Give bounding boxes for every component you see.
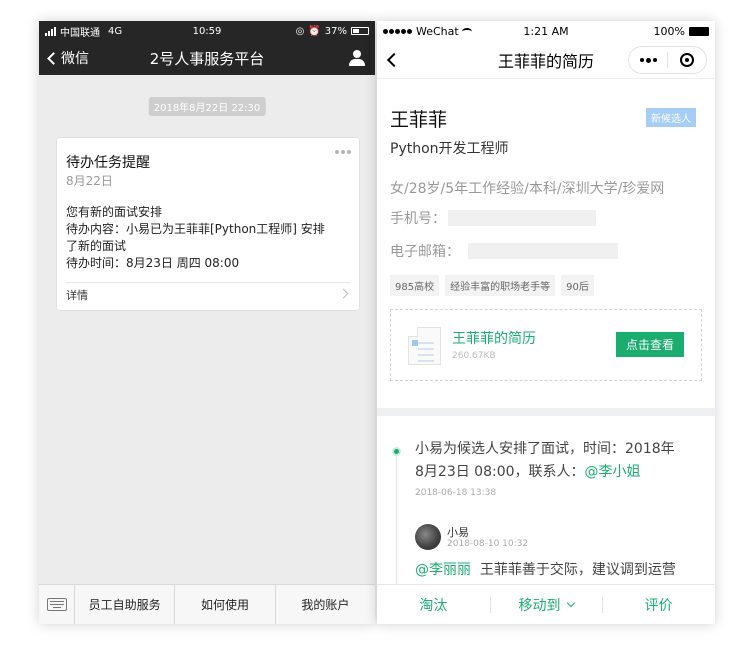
status-bar: 中国联通 4G 10:59 ◎ ⏰ 37% [39,21,375,41]
comment-author: 小易 [447,526,469,539]
keyboard-toggle[interactable] [39,585,75,624]
avatar [415,524,441,550]
job-title: Python开发工程师 [390,141,509,157]
comment-mention[interactable]: @李丽丽 [415,562,471,578]
chevron-right-icon [338,288,349,299]
battery-icon [351,27,369,35]
email-masked-value [468,243,618,259]
menu-how-to-use[interactable]: 如何使用 [175,585,276,624]
comment-timestamp: 2018-08-10 10:32 [447,539,529,549]
card-body: 您有新的面试安排 待办内容：小易已为王菲菲[Python工程师] 安排 了新的面… [66,204,351,272]
file-name: 王菲菲的简历 [452,331,536,347]
tag: 90后 [561,275,594,296]
timeline-event: 小易为候选人安排了面试，时间：2018年 8月23日 08:00，联系人：@李小… [415,438,705,484]
card-line: 了新的面试 [66,239,127,253]
candidate-info: 女/28岁/5年工作经验/本科/深圳大学/珍爱网 [390,181,665,197]
contact-mention[interactable]: @李小姐 [585,464,641,480]
tag: 经验丰富的职场老手等 [445,275,556,296]
action-bar: 淘汰 移动到 评价 [377,584,715,624]
mini-program-capsule [628,46,707,74]
canvas: 中国联通 4G 10:59 ◎ ⏰ 37% 微信 2号人事服务平台 2018年8… [0,0,746,654]
email-label: 电子邮箱： [390,244,460,260]
chat-area[interactable]: 2018年8月22日 22:30 待办任务提醒 8月22日 您有新的面试安排 待… [39,75,375,584]
back-label: 微信 [61,51,89,67]
reject-button[interactable]: 淘汰 [377,595,490,615]
menu-my-account[interactable]: 我的账户 [276,585,375,624]
status-time: 1:21 AM [523,24,569,38]
tag-list: 985高校 经验丰富的职场老手等 90后 [390,275,594,296]
nav-bar: 王菲菲的简历 [377,41,715,79]
chevron-down-icon [566,598,575,607]
page-title: 2号人事服务平台 [149,49,265,68]
section-divider [377,408,715,416]
message-timestamp: 2018年8月22日 22:30 [148,97,266,116]
nav-bar: 微信 2号人事服务平台 [39,41,375,75]
more-options-icon[interactable] [335,150,351,154]
timeline-dot-icon [392,447,401,456]
card-line: 待办内容：小易已为王菲菲[Python工程师] 安排 [66,222,325,236]
phone-field: 手机号： [390,208,596,228]
candidate-name: 王菲菲 [390,109,448,131]
menu-employee-self-service[interactable]: 员工自助服务 [75,585,176,624]
reject-label: 淘汰 [419,597,448,614]
resume-file-card: 王菲菲的简历 260.67KB 点击查看 [390,309,702,381]
move-label: 移动到 [518,597,561,614]
back-button[interactable] [386,52,402,67]
status-badge: 新候选人 [646,108,696,127]
target-icon [680,53,694,67]
phone-label: 手机号： [390,211,446,227]
document-icon [408,327,441,365]
card-detail-link[interactable]: 详情 [66,287,88,303]
comment-body: 王菲菲善于交际，建议调到运营 [479,562,676,578]
review-button[interactable]: 评价 [602,595,715,615]
tag: 985高校 [390,275,440,296]
divider [66,282,350,283]
event-text: 小易为候选人安排了面试，时间：2018年 [415,441,675,457]
event-text: 8月23日 08:00，联系人： [415,464,585,480]
close-mini-program-button[interactable] [668,53,706,67]
wechat-official-account-screen: 中国联通 4G 10:59 ◎ ⏰ 37% 微信 2号人事服务平台 2018年8… [39,21,375,624]
keyboard-icon [46,598,67,611]
move-to-button[interactable]: 移动到 [489,595,603,615]
card-title: 待办任务提醒 [66,155,150,171]
status-time: 10:59 [192,25,222,37]
card-date: 8月22日 [66,174,113,188]
file-size: 260.67KB [452,351,496,361]
card-line: 您有新的面试安排 [66,205,163,219]
event-timestamp: 2018-06-18 13:38 [415,488,497,498]
resume-mini-program-screen: WeChat 1:21 AM 100% 王菲菲的简历 王菲菲 新候选人 Pyth… [377,21,715,624]
review-label: 评价 [644,597,673,614]
card-line: 待办时间：8月23日 周四 08:00 [66,256,240,270]
comment-text: @李丽丽 王菲菲善于交际，建议调到运营 [415,559,676,579]
phone-masked-value [448,210,596,226]
user-profile-icon[interactable] [349,50,365,66]
chevron-left-icon [47,51,60,65]
more-icon[interactable] [629,57,667,63]
email-field: 电子邮箱： [390,241,618,261]
task-reminder-card[interactable]: 待办任务提醒 8月22日 您有新的面试安排 待办内容：小易已为王菲菲[Pytho… [56,137,360,311]
view-resume-button[interactable]: 点击查看 [616,332,684,357]
back-button[interactable]: 微信 [39,48,89,68]
status-bar: WeChat 1:21 AM 100% [377,21,715,41]
bottom-menu: 员工自助服务 如何使用 我的账户 [39,584,375,624]
